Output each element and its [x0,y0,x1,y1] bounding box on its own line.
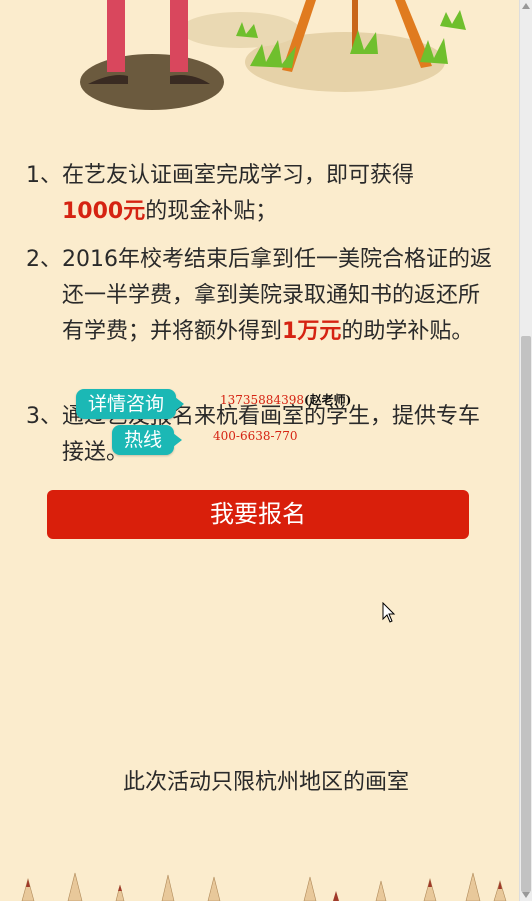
right-leg [170,0,188,72]
mobile-phone-number[interactable]: 13735884398(赵老师) [220,391,351,408]
vertical-scrollbar[interactable] [519,0,532,901]
landline-phone-number[interactable]: 400-6638-770 [213,429,297,443]
page: 1、 在艺友认证画室完成学习，即可获得 1000元的现金补贴； 2、 2016年… [0,0,520,901]
benefit-text-after: 的助学补贴。 [341,319,474,344]
scroll-up-arrow-icon[interactable] [522,3,530,9]
register-button[interactable]: 我要报名 [47,490,469,539]
left-leg [107,0,125,72]
mobile-number: 13735884398 [220,393,304,407]
benefit-item-1: 1、 在艺友认证画室完成学习，即可获得 1000元的现金补贴； [26,158,496,230]
benefit-highlight: 1万元 [282,319,342,344]
scrollbar-thumb[interactable] [521,336,531,892]
pencil-border-decoration [21,872,507,901]
scroll-down-arrow-icon[interactable] [522,892,530,898]
region-restriction-note: 此次活动只限杭州地区的画室 [122,770,409,795]
benefit-number: 1、 [26,163,62,188]
benefit-text: 在艺友认证画室完成学习，即可获得 [62,163,415,188]
pointer-arrow-icon [382,602,396,623]
benefit-number: 3、 [26,404,62,429]
consult-button[interactable]: 详情咨询 [76,389,185,419]
contact-name: (赵老师) [303,393,352,407]
benefit-highlight: 1000元 [62,199,146,224]
benefit-number: 2、 [26,247,62,272]
benefit-text-after: 的现金补贴； [145,199,278,224]
hotline-button[interactable]: 热线 [112,425,183,455]
benefit-item-2: 2、 2016年校考结束后拿到任一美院合格证的返还一半学费，拿到美院录取通知书的… [26,242,496,350]
header-illustration [80,0,466,110]
